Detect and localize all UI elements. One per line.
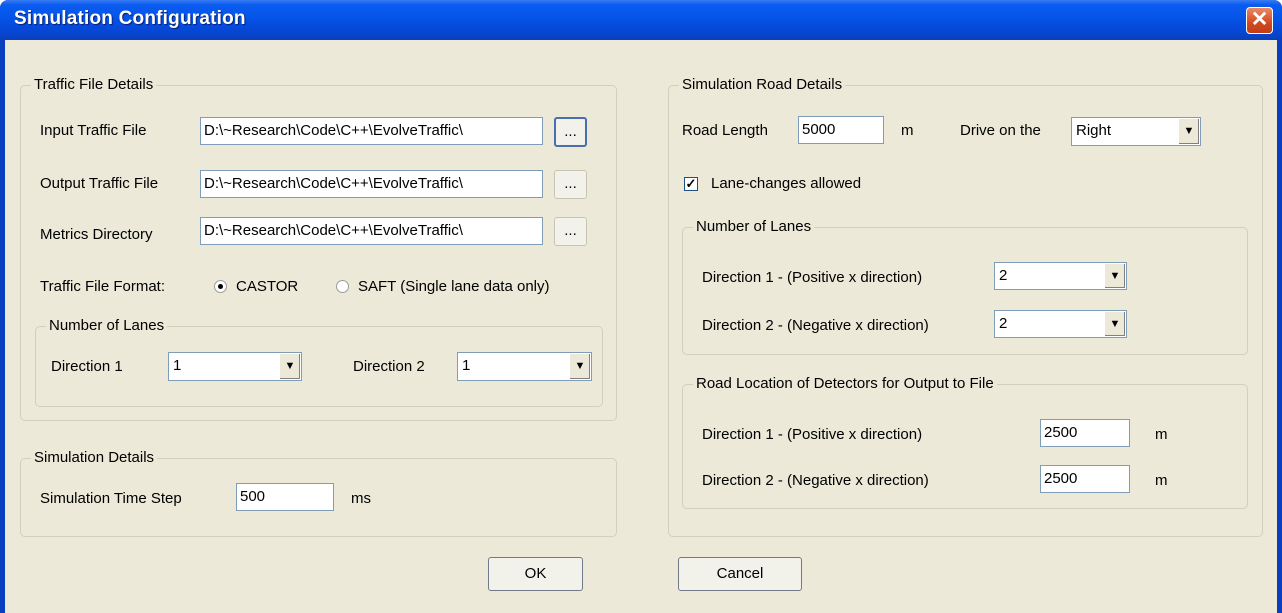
- output-traffic-file-browse-button[interactable]: ...: [554, 170, 587, 199]
- close-icon: ✕: [1250, 8, 1269, 31]
- road-lanes-direction-1-label: Direction 1 - (Positive x direction): [702, 269, 923, 286]
- chevron-down-icon[interactable]: ▼: [1104, 264, 1125, 288]
- metrics-directory-browse-button[interactable]: ...: [554, 217, 587, 246]
- traffic-file-details-legend: Traffic File Details: [31, 76, 157, 93]
- road-length-unit: m: [901, 122, 914, 139]
- chevron-down-icon[interactable]: ▼: [279, 354, 300, 379]
- road-lanes-direction-1-select[interactable]: 2 ▼: [994, 262, 1127, 290]
- dialog-window: Simulation Configuration ✕ Traffic File …: [0, 0, 1282, 613]
- selected-value: Right: [1076, 122, 1112, 139]
- simulation-road-details-legend: Simulation Road Details: [679, 76, 846, 93]
- chevron-down-icon[interactable]: ▼: [1104, 312, 1125, 336]
- selected-value: 1: [173, 357, 182, 374]
- dialog-client-area: Traffic File Details Input Traffic File …: [5, 40, 1277, 613]
- detectors-legend: Road Location of Detectors for Output to…: [693, 375, 997, 392]
- lane-changes-checkbox[interactable]: ✓: [684, 177, 698, 191]
- road-lanes-direction-2-label: Direction 2 - (Negative x direction): [702, 317, 929, 334]
- simulation-time-step-field[interactable]: 500: [236, 483, 334, 511]
- castor-radio[interactable]: [214, 280, 227, 293]
- close-button[interactable]: ✕: [1246, 7, 1273, 34]
- title-bar[interactable]: Simulation Configuration ✕: [0, 0, 1282, 40]
- output-traffic-file-field[interactable]: D:\~Research\Code\C++\EvolveTraffic\: [200, 170, 543, 198]
- chevron-down-icon[interactable]: ▼: [1178, 119, 1199, 144]
- traffic-lanes-direction-2-select[interactable]: 1 ▼: [457, 352, 592, 381]
- road-length-label: Road Length: [682, 122, 768, 139]
- traffic-lanes-direction-1-label: Direction 1: [51, 358, 123, 375]
- simulation-time-step-unit: ms: [351, 490, 371, 507]
- road-lanes-direction-2-select[interactable]: 2 ▼: [994, 310, 1127, 338]
- metrics-directory-label: Metrics Directory: [40, 226, 153, 243]
- input-traffic-file-browse-button[interactable]: ...: [554, 117, 587, 147]
- road-lanes-group: Number of Lanes: [682, 218, 1248, 355]
- road-length-field[interactable]: 5000: [798, 116, 884, 144]
- saft-radio[interactable]: [336, 280, 349, 293]
- ok-button[interactable]: OK: [488, 557, 583, 591]
- selected-value: 1: [462, 357, 471, 374]
- selected-value: 2: [999, 315, 1008, 332]
- drive-on-select[interactable]: Right ▼: [1071, 117, 1201, 146]
- detectors-direction-2-unit: m: [1155, 472, 1168, 489]
- cancel-button[interactable]: Cancel: [678, 557, 802, 591]
- metrics-directory-field[interactable]: D:\~Research\Code\C++\EvolveTraffic\: [200, 217, 543, 245]
- simulation-details-legend: Simulation Details: [31, 449, 158, 466]
- traffic-lanes-direction-2-label: Direction 2: [353, 358, 425, 375]
- traffic-lanes-legend: Number of Lanes: [46, 317, 168, 334]
- detectors-direction-1-label: Direction 1 - (Positive x direction): [702, 426, 923, 443]
- saft-radio-label[interactable]: SAFT (Single lane data only): [358, 278, 550, 295]
- drive-on-label: Drive on the: [960, 122, 1041, 139]
- road-lanes-legend: Number of Lanes: [693, 218, 815, 235]
- radio-selected-dot: [218, 284, 223, 289]
- traffic-file-format-label: Traffic File Format:: [40, 278, 166, 295]
- window-title: Simulation Configuration: [14, 8, 246, 29]
- checkmark-icon: ✓: [685, 176, 697, 191]
- detectors-direction-1-unit: m: [1155, 426, 1168, 443]
- traffic-lanes-direction-1-select[interactable]: 1 ▼: [168, 352, 302, 381]
- detectors-direction-2-field[interactable]: 2500: [1040, 465, 1130, 493]
- castor-radio-label[interactable]: CASTOR: [236, 278, 298, 295]
- chevron-down-icon[interactable]: ▼: [569, 354, 590, 379]
- output-traffic-file-label: Output Traffic File: [40, 175, 159, 192]
- detectors-direction-1-field[interactable]: 2500: [1040, 419, 1130, 447]
- simulation-time-step-label: Simulation Time Step: [40, 490, 182, 507]
- lane-changes-label[interactable]: Lane-changes allowed: [711, 175, 861, 192]
- input-traffic-file-field[interactable]: D:\~Research\Code\C++\EvolveTraffic\: [200, 117, 543, 145]
- input-traffic-file-label: Input Traffic File: [40, 122, 147, 139]
- detectors-group: Road Location of Detectors for Output to…: [682, 375, 1248, 509]
- selected-value: 2: [999, 267, 1008, 284]
- detectors-direction-2-label: Direction 2 - (Negative x direction): [702, 472, 929, 489]
